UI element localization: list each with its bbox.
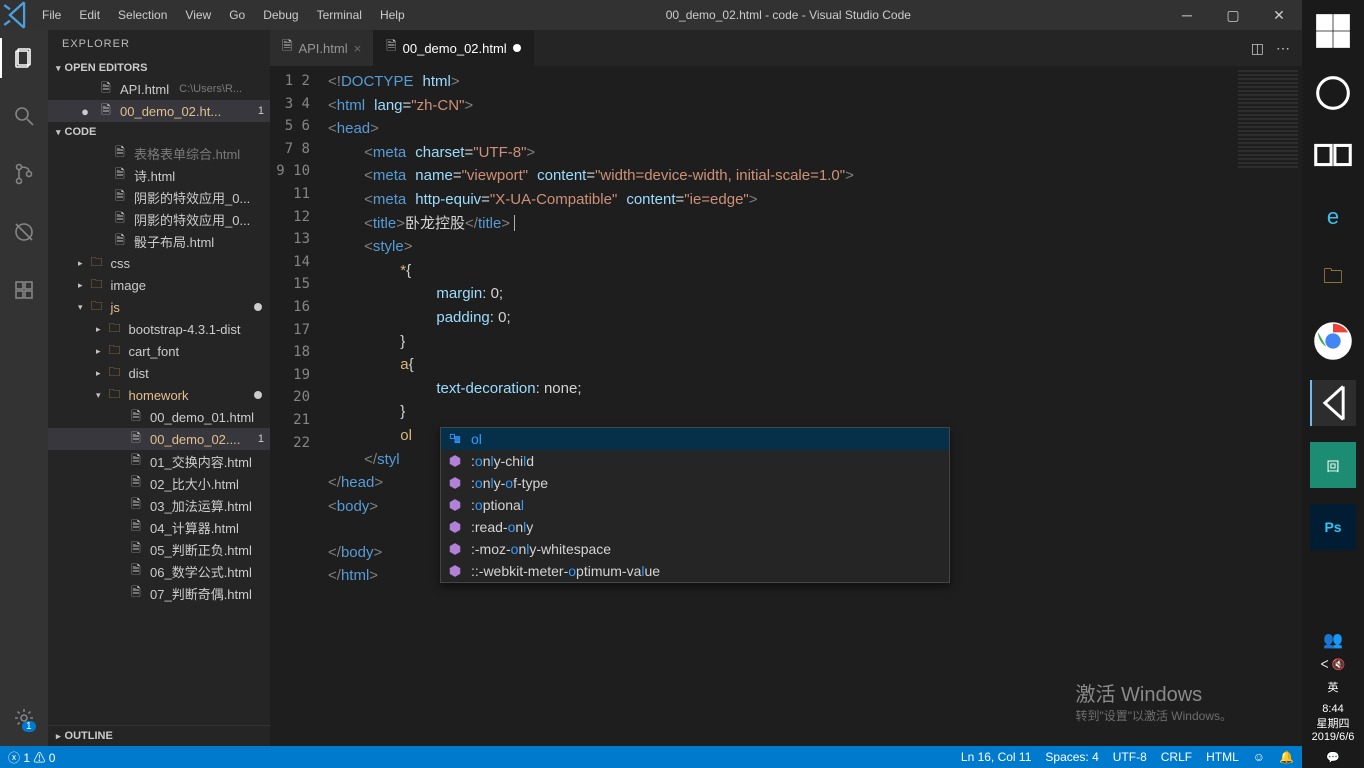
win-clock[interactable]: 8:44 星期四 2019/6/6 (1312, 703, 1355, 743)
status-spaces[interactable]: Spaces: 4 (1045, 750, 1098, 764)
file-item[interactable]: 🗎02_比大小.html (48, 472, 270, 494)
win-ime[interactable]: 英 (1327, 679, 1338, 695)
maximize-button[interactable]: ▢ (1210, 7, 1256, 24)
editor-area: 🗎API.html×🗎00_demo_02.html ◫ ⋯ 1 2 3 4 5… (270, 30, 1302, 746)
autocomplete-item[interactable]: ol (441, 428, 949, 450)
open-editor-item[interactable]: 🗎API.htmlC:\Users\R... (48, 78, 270, 100)
menu-edit[interactable]: Edit (71, 4, 108, 26)
menubar: FileEditSelectionViewGoDebugTerminalHelp (34, 4, 413, 26)
autocomplete-item[interactable]: :read-only (441, 516, 949, 538)
autocomplete-item[interactable]: :only-child (441, 450, 949, 472)
more-actions-icon[interactable]: ⋯ (1276, 40, 1290, 57)
debug-icon[interactable] (0, 212, 48, 252)
explorer-icon[interactable] (0, 38, 48, 78)
outline-hdr[interactable]: ▸OUTLINE (48, 725, 270, 746)
menu-help[interactable]: Help (372, 4, 413, 26)
tab-bar: 🗎API.html×🗎00_demo_02.html ◫ ⋯ (270, 30, 1302, 66)
titlebar: FileEditSelectionViewGoDebugTerminalHelp… (0, 0, 1302, 30)
autocomplete-item[interactable]: :optional (441, 494, 949, 516)
file-item[interactable]: 🗎阴影的特效应用_0... (48, 208, 270, 230)
folder-item[interactable]: ▸🗀cart_font (48, 340, 270, 362)
file-item[interactable]: 🗎骰子布局.html (48, 230, 270, 252)
status-ln-col[interactable]: Ln 16, Col 11 (961, 750, 1032, 764)
folder-item[interactable]: ▸🗀dist (48, 362, 270, 384)
folder-item[interactable]: ▾🗀homework (48, 384, 270, 406)
status-bar: ⓧ 1 ⚠ 0 Ln 16, Col 11 Spaces: 4 UTF-8 CR… (0, 746, 1302, 768)
status-lang[interactable]: HTML (1206, 750, 1239, 764)
autocomplete-item[interactable]: ::-webkit-meter-optimum-value (441, 560, 949, 582)
win-tray-arrow-icon[interactable]: ᐸ 🔇 (1321, 658, 1346, 671)
win-taskview-icon[interactable] (1310, 132, 1356, 178)
code-hdr[interactable]: ▾CODE (48, 122, 270, 142)
folder-item[interactable]: ▸🗀image (48, 274, 270, 296)
win-app-green-icon[interactable]: 回 (1310, 442, 1356, 488)
activity-bar: 1 (0, 30, 48, 746)
gear-badge: 1 (22, 721, 36, 732)
tab-00_demo_02.html[interactable]: 🗎00_demo_02.html (374, 30, 534, 66)
file-item[interactable]: 🗎诗.html (48, 164, 270, 186)
settings-gear-icon[interactable] (0, 698, 48, 738)
file-item[interactable]: 🗎阴影的特效应用_0... (48, 186, 270, 208)
file-item[interactable]: 🗎07_判断奇偶.html (48, 582, 270, 604)
file-item[interactable]: 🗎00_demo_01.html (48, 406, 270, 428)
extensions-icon[interactable] (0, 270, 48, 310)
minimize-button[interactable]: ─ (1164, 7, 1210, 24)
vscode-window: FileEditSelectionViewGoDebugTerminalHelp… (0, 0, 1302, 768)
file-item[interactable]: 🗎05_判断正负.html (48, 538, 270, 560)
source-control-icon[interactable] (0, 154, 48, 194)
win-vscode-icon[interactable] (1310, 380, 1356, 426)
window-controls: ─ ▢ ✕ (1164, 7, 1302, 24)
line-gutter: 1 2 3 4 5 6 7 8 9 10 11 12 13 14 15 16 1… (270, 66, 328, 746)
autocomplete-item[interactable]: :only-of-type (441, 472, 949, 494)
vscode-logo-icon (0, 0, 34, 32)
win-people-icon[interactable]: 👥 (1323, 630, 1343, 650)
folder-item[interactable]: ▾🗀js (48, 296, 270, 318)
menu-go[interactable]: Go (221, 4, 253, 26)
win-chrome-icon[interactable] (1310, 318, 1356, 364)
open-editor-item[interactable]: ●🗎00_demo_02.ht...1 (48, 100, 270, 122)
status-feedback-icon[interactable]: ☺ (1253, 750, 1265, 764)
win-start-icon[interactable] (1310, 8, 1356, 54)
file-item[interactable]: 🗎01_交换内容.html (48, 450, 270, 472)
close-button[interactable]: ✕ (1256, 7, 1302, 24)
sidebar-title: EXPLORER (48, 30, 270, 58)
status-eol[interactable]: CRLF (1161, 750, 1192, 764)
code-editor[interactable]: <!DOCTYPE html> <html lang="zh-CN"> <hea… (328, 66, 1222, 746)
win-edge-icon[interactable]: e (1310, 194, 1356, 240)
menu-selection[interactable]: Selection (110, 4, 175, 26)
win-cortana-icon[interactable] (1310, 70, 1356, 116)
sidebar-explorer: EXPLORER ▾OPEN EDITORS 🗎API.htmlC:\Users… (48, 30, 270, 746)
autocomplete-item[interactable]: :-moz-only-whitespace (441, 538, 949, 560)
split-editor-icon[interactable]: ◫ (1251, 40, 1264, 57)
win-notification-icon[interactable]: 💬 (1326, 751, 1340, 764)
file-item[interactable]: 🗎04_计算器.html (48, 516, 270, 538)
file-item[interactable]: 🗎03_加法运算.html (48, 494, 270, 516)
menu-debug[interactable]: Debug (255, 4, 306, 26)
folder-item[interactable]: ▸🗀css (48, 252, 270, 274)
open-editors-hdr[interactable]: ▾OPEN EDITORS (48, 58, 270, 78)
autocomplete-popup[interactable]: ol:only-child:only-of-type:optional:read… (440, 427, 950, 583)
menu-terminal[interactable]: Terminal (309, 4, 370, 26)
window-title: 00_demo_02.html - code - Visual Studio C… (413, 8, 1164, 22)
windows-taskbar-right: e 🗀 回 Ps 👥 ᐸ 🔇 英 8:44 星期四 2019/6/6 💬 (1302, 0, 1364, 768)
tab-API.html[interactable]: 🗎API.html× (270, 30, 374, 66)
file-item[interactable]: 🗎00_demo_02....1 (48, 428, 270, 450)
minimap[interactable] (1222, 66, 1302, 746)
menu-file[interactable]: File (34, 4, 69, 26)
status-bell-icon[interactable]: 🔔 (1279, 750, 1294, 764)
file-item[interactable]: 🗎表格表单综合.html (48, 142, 270, 164)
windows-activation-watermark: 激活 Windows 转到"设置"以激活 Windows。 (1075, 678, 1232, 724)
file-item[interactable]: 🗎06_数学公式.html (48, 560, 270, 582)
win-photoshop-icon[interactable]: Ps (1310, 504, 1356, 550)
folder-item[interactable]: ▸🗀bootstrap-4.3.1-dist (48, 318, 270, 340)
status-errors[interactable]: ⓧ 1 ⚠ 0 (8, 749, 55, 766)
menu-view[interactable]: View (177, 4, 219, 26)
search-icon[interactable] (0, 96, 48, 136)
win-explorer-icon[interactable]: 🗀 (1310, 256, 1356, 302)
status-encoding[interactable]: UTF-8 (1113, 750, 1147, 764)
